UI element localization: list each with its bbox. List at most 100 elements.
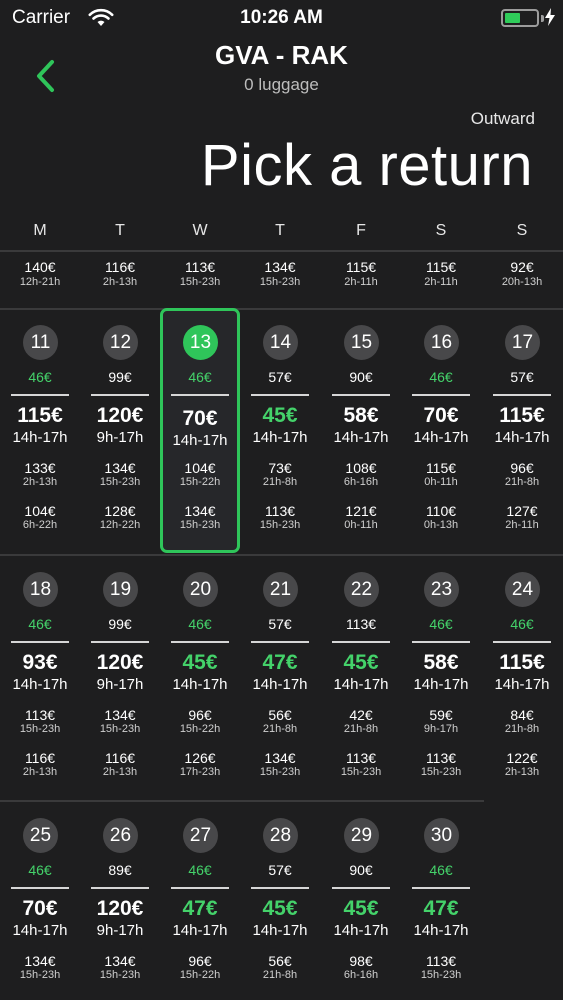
alternative-hours: 15h-23h bbox=[259, 766, 301, 778]
prev-week-price: 140€ bbox=[24, 259, 56, 275]
prev-week-cell[interactable]: 92€ 20h-13h bbox=[482, 250, 562, 289]
alternative-price: 134€ bbox=[264, 750, 296, 766]
day-number-circle: 13 bbox=[183, 325, 218, 360]
alternative-option: 122€ 2h-13h bbox=[482, 750, 562, 779]
prev-week-cell[interactable]: 116€ 2h-13h bbox=[80, 250, 160, 289]
day-number-circle: 14 bbox=[263, 325, 298, 360]
day-cell[interactable]: 18 46€ 93€ 14h-17h 113€ 15h-23h 116€ 2h-13h bbox=[0, 555, 80, 800]
day-cell[interactable]: 12 99€ 120€ 9h-17h 134€ 15h-23h 128€ 12h-22h bbox=[80, 308, 160, 553]
prev-week-hours: 2h-11h bbox=[344, 276, 378, 288]
status-time: 10:26 AM bbox=[240, 7, 323, 28]
day-cell[interactable]: 25 46€ 70€ 14h-17h 134€ 15h-23h bbox=[0, 801, 80, 1000]
alternative-hours: 6h-22h bbox=[22, 519, 58, 531]
day-number-circle: 29 bbox=[344, 818, 379, 853]
prev-week-price: 115€ bbox=[425, 259, 457, 275]
return-price: 58€ bbox=[343, 404, 379, 427]
weekday-tue: T bbox=[115, 222, 125, 239]
day-cell[interactable]: 23 46€ 58€ 14h-17h 59€ 9h-17h 113€ 15h-23h bbox=[401, 555, 481, 800]
alternative-hours: 15h-22h bbox=[179, 723, 221, 735]
alternative-price: 56€ bbox=[268, 707, 292, 723]
day-cell[interactable]: 22 113€ 45€ 14h-17h 42€ 21h-8h 113€ 15h-23h bbox=[321, 555, 401, 800]
day-cell[interactable]: 14 57€ 45€ 14h-17h 73€ 21h-8h 113€ 15h-23h bbox=[240, 308, 320, 553]
day-number-circle: 24 bbox=[505, 572, 540, 607]
alternative-price: 56€ bbox=[268, 953, 292, 969]
back-button[interactable] bbox=[30, 56, 64, 96]
day-cell[interactable]: 17 57€ 115€ 14h-17h 96€ 21h-8h 127€ 2h-11h bbox=[482, 308, 562, 553]
day-cell[interactable]: 26 89€ 120€ 9h-17h 134€ 15h-23h bbox=[80, 801, 160, 1000]
prev-week-cell[interactable]: 115€ 2h-11h bbox=[321, 250, 401, 289]
prev-week-cell[interactable]: 113€ 15h-23h bbox=[160, 250, 240, 289]
weekday-header: M T W T F S S bbox=[0, 222, 563, 242]
battery-level-fill bbox=[505, 13, 520, 23]
price-underline bbox=[171, 887, 229, 889]
return-price: 70€ bbox=[182, 407, 218, 430]
prev-week-cell[interactable]: 115€ 2h-11h bbox=[401, 250, 481, 289]
outward-button[interactable]: Outward bbox=[471, 109, 535, 129]
page-title: Pick a return bbox=[200, 133, 533, 198]
alternative-option: 134€ 15h-23h bbox=[80, 953, 160, 982]
weekday-wed: W bbox=[192, 222, 208, 239]
prev-week-hours: 15h-23h bbox=[259, 276, 301, 288]
alternative-option: 96€ 15h-22h bbox=[160, 707, 240, 736]
day-cell[interactable]: 11 46€ 115€ 14h-17h 133€ 2h-13h 104€ 6h-22h bbox=[0, 308, 80, 553]
day-number-circle: 27 bbox=[183, 818, 218, 853]
day-cell[interactable]: 15 90€ 58€ 14h-17h 108€ 6h-16h 121€ 0h-11h bbox=[321, 308, 401, 553]
day-cell[interactable]: 29 90€ 45€ 14h-17h 98€ 6h-16h bbox=[321, 801, 401, 1000]
alternative-price: 73€ bbox=[268, 460, 292, 476]
return-hours: 14h-17h bbox=[333, 676, 389, 693]
day-number: 29 bbox=[350, 825, 373, 846]
day-cell[interactable]: 19 99€ 120€ 9h-17h 134€ 15h-23h 116€ 2h-13h bbox=[80, 555, 160, 800]
alternative-hours: 12h-22h bbox=[99, 519, 141, 531]
alternative-option: 73€ 21h-8h bbox=[240, 460, 320, 489]
day-number-circle: 18 bbox=[23, 572, 58, 607]
alternative-option: 113€ 15h-23h bbox=[321, 750, 401, 779]
return-hours: 14h-17h bbox=[252, 429, 308, 446]
alternative-price: 96€ bbox=[188, 953, 212, 969]
day-cell[interactable]: 27 46€ 47€ 14h-17h 96€ 15h-22h bbox=[160, 801, 240, 1000]
outward-price: 89€ bbox=[108, 862, 132, 878]
day-number: 21 bbox=[269, 579, 292, 600]
alternative-price: 104€ bbox=[184, 460, 216, 476]
day-cell[interactable]: 28 57€ 45€ 14h-17h 56€ 21h-8h bbox=[240, 801, 320, 1000]
alternative-price: 115€ bbox=[425, 460, 457, 476]
outward-price: 57€ bbox=[268, 862, 292, 878]
price-underline bbox=[332, 887, 390, 889]
return-hours: 14h-17h bbox=[252, 676, 308, 693]
day-cell[interactable]: 13 46€ 70€ 14h-17h 104€ 15h-22h 134€ 15h-23h bbox=[160, 308, 240, 553]
alternative-option: 59€ 9h-17h bbox=[401, 707, 481, 736]
alternative-option: 110€ 0h-13h bbox=[401, 503, 481, 532]
alternative-hours: 0h-13h bbox=[423, 519, 459, 531]
carrier-label: Carrier bbox=[12, 7, 71, 28]
day-number: 15 bbox=[350, 332, 373, 353]
alternative-price: 128€ bbox=[104, 503, 136, 519]
alternative-price: 122€ bbox=[506, 750, 538, 766]
calendar-grid: 140€ 12h-21h 116€ 2h-13h 113€ 15h-23h 134€ 15h-… bbox=[0, 250, 563, 1000]
return-price: 45€ bbox=[343, 897, 379, 920]
alternative-hours: 15h-23h bbox=[420, 766, 462, 778]
alternative-option: 104€ 6h-22h bbox=[0, 503, 80, 532]
prev-week-cell[interactable]: 134€ 15h-23h bbox=[240, 250, 320, 289]
price-underline bbox=[11, 394, 69, 396]
route-title: GVA - RAK bbox=[215, 40, 348, 70]
day-cell[interactable]: 20 46€ 45€ 14h-17h 96€ 15h-22h 126€ 17h-23h bbox=[160, 555, 240, 800]
weekday-mon: M bbox=[33, 222, 47, 239]
alternative-option: 84€ 21h-8h bbox=[482, 707, 562, 736]
prev-week-price: 113€ bbox=[184, 259, 216, 275]
price-underline bbox=[332, 394, 390, 396]
weekday-sat: S bbox=[435, 222, 447, 239]
day-cell[interactable]: 16 46€ 70€ 14h-17h 115€ 0h-11h 110€ 0h-13h bbox=[401, 308, 481, 553]
prev-week-price: 115€ bbox=[345, 259, 377, 275]
alternative-option: 127€ 2h-11h bbox=[482, 503, 562, 532]
alternative-price: 104€ bbox=[24, 503, 56, 519]
wifi-icon bbox=[88, 8, 114, 33]
price-underline bbox=[11, 887, 69, 889]
day-cell[interactable]: 24 46€ 115€ 14h-17h 84€ 21h-8h 122€ 2h-13h bbox=[482, 555, 562, 800]
prev-week-hours: 2h-13h bbox=[102, 276, 138, 288]
alternative-option: 56€ 21h-8h bbox=[240, 953, 320, 982]
day-cell[interactable]: 21 57€ 47€ 14h-17h 56€ 21h-8h 134€ 15h-23h bbox=[240, 555, 320, 800]
alternative-hours: 6h-16h bbox=[343, 969, 379, 981]
prev-week-cell[interactable]: 140€ 12h-21h bbox=[0, 250, 80, 289]
alternative-option: 96€ 15h-22h bbox=[160, 953, 240, 982]
day-cell[interactable]: 30 46€ 47€ 14h-17h 113€ 15h-23h bbox=[401, 801, 481, 1000]
alternative-option: 126€ 17h-23h bbox=[160, 750, 240, 779]
